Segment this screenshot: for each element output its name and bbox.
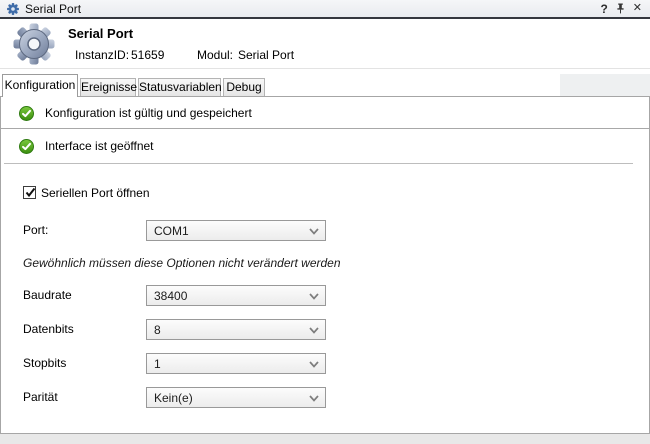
datenbits-select[interactable]: 8 [146,319,326,340]
datenbits-label: Datenbits [23,322,74,336]
status-message: Konfiguration ist gültig und gespeichert [45,106,252,121]
konfiguration-panel: Konfiguration ist gültig und gespeichert… [0,96,650,434]
instance-id-value: 51659 [131,48,164,62]
serial-open-label[interactable]: Seriellen Port öffnen [41,186,150,200]
serial-open-checkbox[interactable] [23,186,36,199]
chevron-down-icon [309,228,319,235]
window-title: Serial Port [25,2,81,16]
separator [4,163,633,164]
help-button[interactable]: ? [600,3,607,15]
pin-icon[interactable] [616,3,625,14]
separator [1,128,649,129]
status-message: Interface ist geöffnet [45,139,154,154]
module-gear-icon [12,22,56,71]
baudrate-select[interactable]: 38400 [146,285,326,306]
window-titlebar: Serial Port ? ✕ [0,0,650,19]
tab-konfiguration[interactable]: Konfiguration [2,74,78,97]
tab-strip-filler [560,74,650,96]
chevron-down-icon [309,293,319,300]
status-ok-icon [19,139,34,154]
tab-debug[interactable]: Debug [223,78,265,96]
instance-id-label: InstanzID: [75,48,129,62]
module-label: Modul: [197,48,233,62]
instance-header: Serial Port InstanzID: 51659 Modul: Seri… [0,19,650,68]
tab-statusvariablen[interactable]: Statusvariablen [138,78,221,96]
tab-ereignisse[interactable]: Ereignisse [80,78,136,96]
checkmark-icon [24,186,37,199]
chevron-down-icon [309,361,319,368]
chevron-down-icon [309,327,319,334]
tab-strip: Konfiguration Ereignisse Statusvariablen… [0,69,650,96]
gear-icon [7,3,19,15]
paritaet-label: Parität [23,390,58,404]
module-value: Serial Port [238,48,294,62]
chevron-down-icon [309,395,319,402]
stopbits-label: Stopbits [23,356,66,370]
baudrate-label: Baudrate [23,288,72,302]
stopbits-select[interactable]: 1 [146,353,326,374]
close-icon[interactable]: ✕ [633,3,642,14]
options-hint: Gewöhnlich müssen diese Optionen nicht v… [23,256,341,270]
paritaet-select[interactable]: Kein(e) [146,387,326,408]
port-label: Port: [23,223,48,237]
instance-title: Serial Port [68,26,133,41]
port-select[interactable]: COM1 [146,220,326,241]
status-ok-icon [19,106,34,121]
